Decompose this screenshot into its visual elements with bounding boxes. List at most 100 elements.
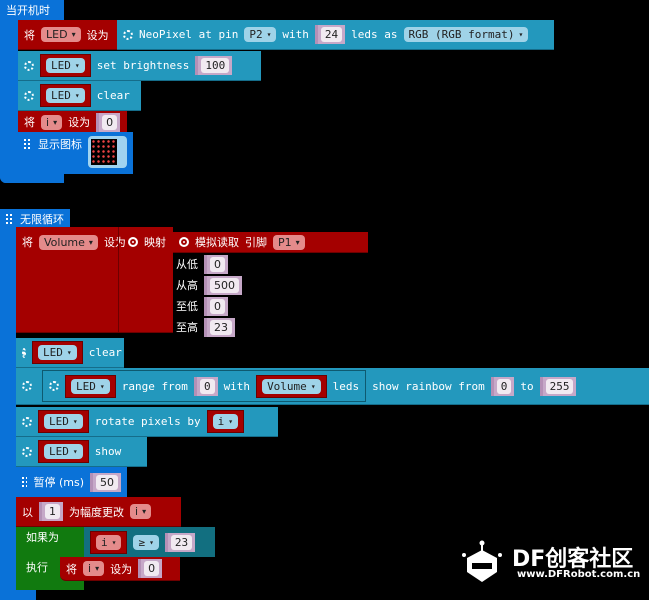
set-brightness-block[interactable]: LED set brightness 100 bbox=[18, 51, 261, 81]
pause-block[interactable]: 暂停 (ms) 50 bbox=[16, 467, 127, 497]
neopixel-init-block[interactable]: NeoPixel at pin P2 with 24 leds as RGB (RGB f… bbox=[117, 20, 554, 50]
label: set brightness bbox=[96, 59, 190, 72]
neopixel-icon bbox=[123, 29, 133, 40]
label: 设为 bbox=[110, 562, 133, 576]
label: to bbox=[520, 379, 534, 393]
label: 显示图标 bbox=[38, 138, 82, 151]
forever-event[interactable]: 无限循环 bbox=[0, 209, 70, 229]
event-title: 无限循环 bbox=[20, 213, 64, 226]
i-dropdown[interactable]: i bbox=[96, 534, 122, 550]
label: range from bbox=[121, 379, 188, 393]
neopixel-icon bbox=[24, 60, 34, 71]
label: 将 bbox=[24, 28, 35, 42]
math-icon bbox=[128, 237, 138, 247]
from-low-input[interactable]: 0 bbox=[204, 254, 228, 274]
divider bbox=[118, 227, 119, 333]
neopixel-icon bbox=[49, 381, 59, 391]
label: leds bbox=[332, 379, 360, 393]
label: clear bbox=[96, 89, 130, 102]
volume-dropdown[interactable]: Volume bbox=[262, 378, 321, 394]
leds-count-input[interactable]: 24 bbox=[314, 25, 346, 44]
pin-dropdown[interactable]: P1 bbox=[273, 234, 305, 250]
label: 从低 bbox=[176, 258, 198, 271]
label: 将 bbox=[22, 236, 33, 249]
neopixel-icon bbox=[22, 347, 26, 358]
neopixel-icon bbox=[22, 446, 32, 457]
reset-i-block[interactable]: 将i 设为 0 bbox=[60, 557, 180, 581]
dfrobot-logo-icon bbox=[462, 540, 502, 584]
label: 将 bbox=[66, 562, 77, 576]
i-dropdown[interactable]: i bbox=[130, 504, 152, 519]
show-rainbow-block[interactable]: LED range from 0 with Volume leds show rainbow… bbox=[16, 368, 649, 405]
led-dropdown[interactable]: LED bbox=[38, 345, 77, 360]
on-start-body bbox=[0, 20, 18, 183]
range-block[interactable]: LED range from 0 with Volume leds bbox=[42, 370, 367, 402]
volume-dropdown[interactable]: Volume bbox=[39, 234, 98, 250]
brightness-input[interactable]: 100 bbox=[195, 56, 233, 75]
pause-input[interactable]: 50 bbox=[90, 472, 121, 492]
label: show bbox=[94, 445, 122, 458]
from-high-input[interactable]: 500 bbox=[204, 275, 242, 295]
event-title: 当开机时 bbox=[6, 4, 50, 17]
grid-icon bbox=[6, 214, 14, 224]
led-dropdown[interactable]: LED bbox=[71, 378, 110, 394]
led-dropdown[interactable]: LED bbox=[41, 27, 81, 42]
forever-body bbox=[0, 229, 16, 600]
label: 模拟读取 bbox=[195, 236, 239, 249]
format-dropdown[interactable]: RGB (RGB format) bbox=[403, 27, 529, 42]
logo-url: www.DFRobot.com.cn bbox=[517, 569, 641, 580]
range-start-input[interactable]: 0 bbox=[193, 376, 218, 396]
label: clear bbox=[88, 346, 122, 359]
label: 执行 bbox=[26, 561, 48, 574]
clear-block[interactable]: LED clear bbox=[16, 338, 124, 368]
clear-block[interactable]: LED clear bbox=[18, 81, 141, 111]
i-dropdown[interactable]: i bbox=[41, 114, 63, 130]
neopixel-icon bbox=[24, 90, 34, 101]
operator-dropdown[interactable]: ≥ bbox=[133, 534, 159, 550]
label: 暂停 (ms) bbox=[33, 476, 84, 489]
map-block[interactable]: 映射 bbox=[122, 232, 172, 252]
led-dropdown[interactable]: LED bbox=[46, 58, 85, 73]
to-low-row: 至低 0 bbox=[170, 296, 234, 316]
label: 设为 bbox=[68, 116, 91, 129]
change-i-block[interactable]: 以 1 为幅度更改 i bbox=[16, 497, 181, 527]
analog-read-block[interactable]: 模拟读取 引脚 P1 bbox=[173, 232, 368, 253]
rotate-block[interactable]: LED rotate pixels by i bbox=[16, 407, 278, 437]
label: 如果为 bbox=[26, 531, 59, 544]
i-dropdown[interactable]: i bbox=[83, 561, 105, 576]
icon-picker[interactable] bbox=[88, 136, 127, 168]
from-high-row: 从高 500 bbox=[170, 275, 248, 295]
set-led-block[interactable]: 将 LED 设为 bbox=[18, 20, 118, 50]
compare-block[interactable]: i ≥23 bbox=[84, 527, 215, 557]
change-input[interactable]: 1 bbox=[39, 502, 63, 521]
label: 从高 bbox=[176, 279, 198, 292]
label: 以 bbox=[22, 505, 33, 519]
if-label-row: 如果为 bbox=[20, 528, 65, 546]
label: with bbox=[282, 28, 309, 41]
label: 映射 bbox=[144, 236, 166, 249]
show-icon-block[interactable]: 显示图标 bbox=[18, 132, 133, 174]
show-block[interactable]: LED show bbox=[16, 437, 147, 467]
label: rotate pixels by bbox=[94, 415, 201, 428]
compare-input[interactable]: 23 bbox=[164, 532, 196, 552]
to-low-input[interactable]: 0 bbox=[204, 296, 228, 316]
neopixel-icon bbox=[22, 416, 32, 427]
i-value-input[interactable]: 0 bbox=[96, 112, 121, 132]
led-dropdown[interactable]: LED bbox=[46, 88, 85, 103]
pin-dropdown[interactable]: P2 bbox=[244, 27, 277, 42]
i-dropdown[interactable]: i bbox=[212, 414, 239, 429]
set-volume-row: 将Volume设为 bbox=[16, 232, 132, 252]
led-dropdown[interactable]: LED bbox=[44, 444, 83, 459]
reset-value-input[interactable]: 0 bbox=[138, 559, 163, 578]
rainbow-from-input[interactable]: 0 bbox=[490, 376, 515, 396]
set-i-block[interactable]: 将i 设为 0 bbox=[18, 111, 127, 134]
to-high-input[interactable]: 23 bbox=[204, 317, 235, 337]
label: leds as bbox=[351, 28, 398, 41]
rainbow-to-input[interactable]: 255 bbox=[539, 376, 577, 396]
label: 设为 bbox=[86, 28, 109, 42]
label: 将 bbox=[24, 116, 35, 129]
label: 至低 bbox=[176, 300, 198, 313]
on-start-event[interactable]: 当开机时 bbox=[0, 0, 64, 20]
label: NeoPixel at pin bbox=[139, 28, 239, 41]
led-dropdown[interactable]: LED bbox=[44, 414, 83, 429]
